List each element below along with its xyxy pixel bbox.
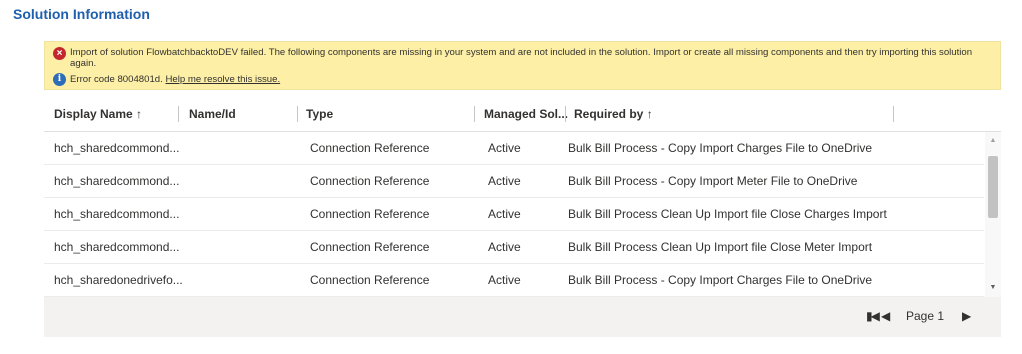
table-row[interactable]: hch_sharedcommond... Connection Referenc… bbox=[44, 198, 984, 231]
error-circle-icon: × bbox=[53, 47, 66, 60]
next-page-icon[interactable]: ▶ bbox=[962, 309, 971, 323]
cell-required-by: Bulk Bill Process Clean Up Import file C… bbox=[568, 207, 887, 221]
column-header-name-id[interactable]: Name/Id bbox=[189, 96, 236, 132]
table-row[interactable]: hch_sharedcommond... Connection Referenc… bbox=[44, 165, 984, 198]
cell-display-name: hch_sharedcommond... bbox=[54, 207, 180, 221]
page-title: Solution Information bbox=[13, 6, 150, 22]
info-circle-icon: i bbox=[53, 73, 66, 86]
scroll-down-icon[interactable]: ▼ bbox=[985, 283, 1001, 293]
cell-managed: Active bbox=[488, 141, 521, 155]
cell-display-name: hch_sharedcommond... bbox=[54, 174, 180, 188]
column-divider[interactable] bbox=[297, 106, 298, 122]
column-divider[interactable] bbox=[565, 106, 566, 122]
cell-required-by: Bulk Bill Process - Copy Import Meter Fi… bbox=[568, 174, 858, 188]
alert-error-code-row: i Error code 8004801d. Help me resolve t… bbox=[53, 73, 280, 86]
column-header-type[interactable]: Type bbox=[306, 96, 333, 132]
sort-ascending-icon: ↑ bbox=[646, 107, 653, 121]
previous-page-icon[interactable]: ◀ bbox=[881, 309, 890, 323]
cell-required-by: Bulk Bill Process - Copy Import Charges … bbox=[568, 141, 873, 155]
table-row[interactable]: hch_sharedcommond... Connection Referenc… bbox=[44, 132, 984, 165]
column-divider[interactable] bbox=[893, 106, 894, 122]
cell-type: Connection Reference bbox=[310, 207, 430, 221]
scrollbar-thumb[interactable] bbox=[988, 156, 998, 218]
cell-type: Connection Reference bbox=[310, 240, 430, 254]
table-row[interactable]: hch_sharedonedrivefo... Connection Refer… bbox=[44, 264, 984, 297]
column-header-display-name[interactable]: Display Name ↑ bbox=[54, 96, 142, 132]
page-label: Page 1 bbox=[906, 309, 945, 323]
error-code: Error code 8004801d. bbox=[70, 74, 163, 85]
column-divider[interactable] bbox=[474, 106, 475, 122]
pagination-bar: ▮◀ ◀ Page 1 ▶ bbox=[44, 297, 1001, 337]
scroll-up-icon[interactable]: ▲ bbox=[985, 136, 1001, 146]
cell-managed: Active bbox=[488, 207, 521, 221]
components-grid: Display Name ↑ Name/Id Type Managed Sol.… bbox=[44, 96, 1001, 337]
cell-display-name: hch_sharedcommond... bbox=[54, 141, 180, 155]
cell-display-name: hch_sharedcommond... bbox=[54, 240, 180, 254]
cell-type: Connection Reference bbox=[310, 174, 430, 188]
column-divider[interactable] bbox=[178, 106, 179, 122]
cell-display-name: hch_sharedonedrivefo... bbox=[54, 273, 183, 287]
cell-required-by: Bulk Bill Process Clean Up Import file C… bbox=[568, 240, 873, 254]
cell-managed: Active bbox=[488, 174, 521, 188]
grid-header: Display Name ↑ Name/Id Type Managed Sol.… bbox=[44, 96, 1001, 132]
column-header-managed-solution[interactable]: Managed Sol... bbox=[484, 96, 568, 132]
help-resolve-link[interactable]: Help me resolve this issue. bbox=[165, 74, 280, 85]
column-header-required-by[interactable]: Required by ↑ bbox=[574, 96, 653, 132]
alert-message: Import of solution FlowbatchbacktoDEV fa… bbox=[70, 47, 973, 69]
cell-managed: Active bbox=[488, 240, 521, 254]
alert-message-row: × Import of solution FlowbatchbacktoDEV … bbox=[53, 47, 993, 69]
table-row[interactable]: hch_sharedcommond... Connection Referenc… bbox=[44, 231, 984, 264]
cell-managed: Active bbox=[488, 273, 521, 287]
cell-required-by: Bulk Bill Process - Copy Import Charges … bbox=[568, 273, 873, 287]
grid-rows: hch_sharedcommond... Connection Referenc… bbox=[44, 132, 984, 297]
cell-type: Connection Reference bbox=[310, 141, 430, 155]
first-page-icon[interactable]: ▮◀ bbox=[866, 309, 880, 323]
error-alert: × Import of solution FlowbatchbacktoDEV … bbox=[44, 41, 1001, 90]
vertical-scrollbar[interactable]: ▲ ▼ bbox=[985, 132, 1001, 297]
cell-type: Connection Reference bbox=[310, 273, 430, 287]
sort-ascending-icon: ↑ bbox=[136, 107, 143, 121]
